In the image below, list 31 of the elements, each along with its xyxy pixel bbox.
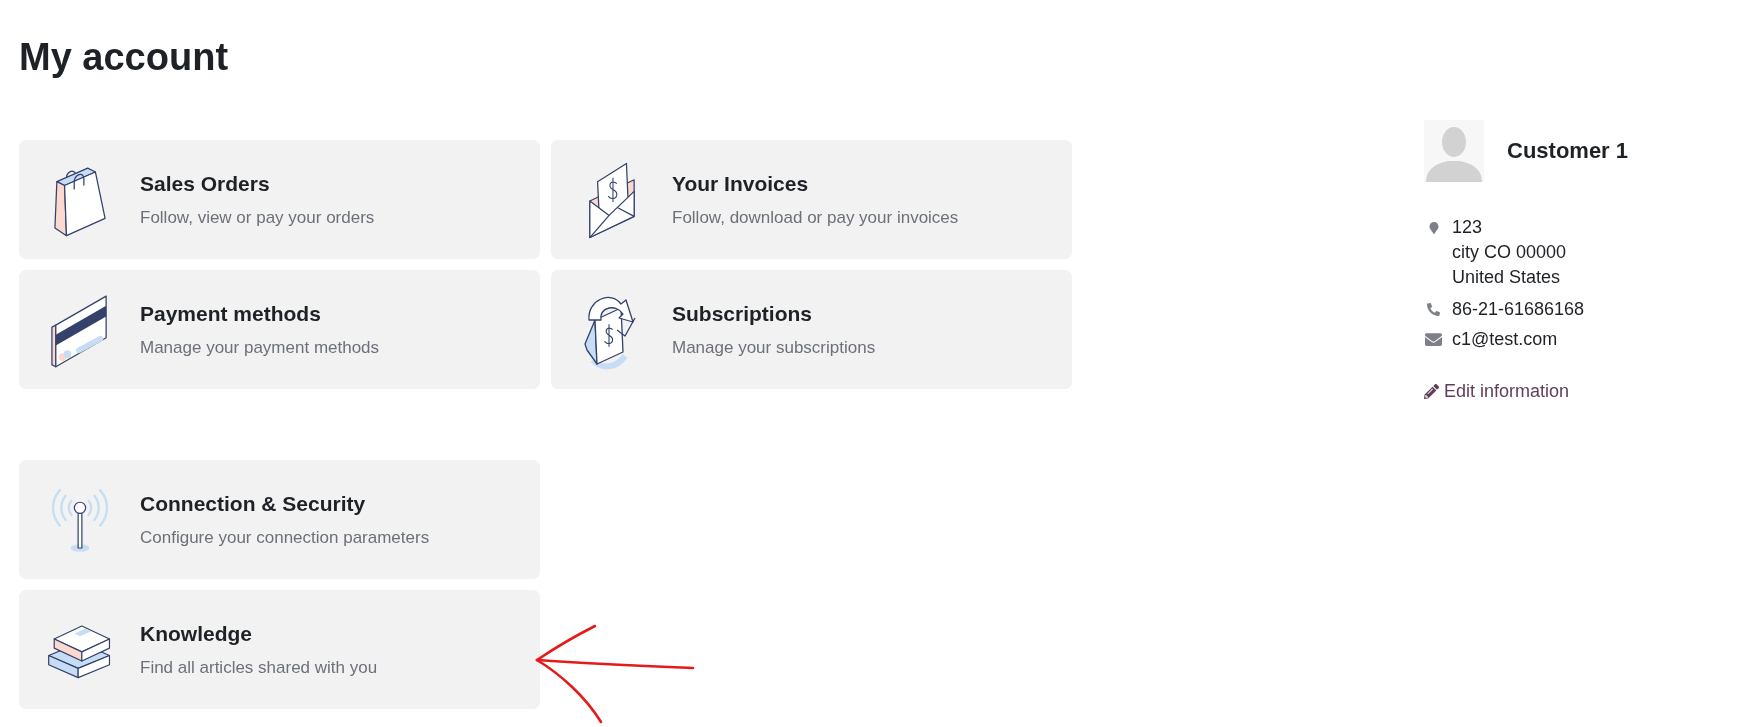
phone-icon: [1427, 303, 1440, 316]
portal-card[interactable]: Your Invoices Follow, download or pay your invoices: [551, 140, 1072, 259]
card-title: Connection & Security: [140, 490, 366, 517]
portal-card[interactable]: Sales Orders Follow, view or pay your orders: [19, 140, 540, 259]
card-description: Configure your connection parameters: [140, 526, 430, 549]
location-pin-icon: [1428, 221, 1440, 234]
card-description: Manage your payment methods: [140, 336, 380, 359]
edit-link[interactable]: Edit information: [1424, 379, 1570, 404]
email-address: c1@test.com: [1452, 328, 1558, 351]
address-line: United States: [1452, 266, 1561, 289]
card-title: Your Invoices: [672, 170, 809, 197]
portal-card[interactable]: Subscriptions Manage your subscriptions: [551, 270, 1072, 389]
card-title: Knowledge: [140, 620, 252, 647]
card-title: Sales Orders: [140, 170, 270, 197]
card-description: Follow, download or pay your invoices: [672, 206, 959, 229]
card-title: Subscriptions: [672, 300, 813, 327]
address-line: city CO 00000: [1452, 241, 1567, 264]
pencil-icon: [1424, 384, 1439, 399]
card-description: Find all articles shared with you: [140, 656, 378, 679]
customer-name: Customer 1: [1507, 137, 1629, 165]
envelope-icon: [1425, 331, 1442, 348]
portal-card[interactable]: Knowledge Find all articles shared with you: [19, 590, 540, 709]
phone-number: 86-21-61686168: [1452, 298, 1585, 321]
card-description: Manage your subscriptions: [672, 336, 876, 359]
card-description: Follow, view or pay your orders: [140, 206, 375, 229]
card-title: Payment methods: [140, 300, 321, 327]
address-line: 123: [1452, 216, 1483, 239]
page-title: My account: [19, 35, 229, 80]
portal-card[interactable]: Payment methods Manage your payment methods: [19, 270, 540, 389]
avatar-icon: [1424, 120, 1484, 182]
portal-card[interactable]: Connection & Security Configure your connection parameters: [19, 460, 540, 579]
